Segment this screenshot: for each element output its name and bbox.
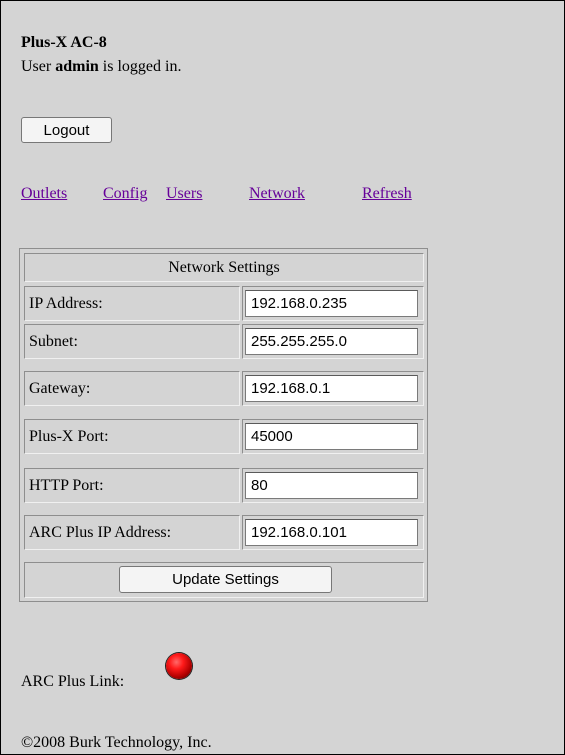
login-status: User admin is logged in.: [21, 58, 181, 76]
page-frame: Plus-X AC-8 User admin is logged in. Log…: [0, 0, 565, 755]
nav-config-link[interactable]: Config: [103, 185, 147, 203]
ip-address-label: IP Address:: [24, 286, 240, 321]
login-suffix: is logged in.: [98, 58, 182, 75]
http-port-input[interactable]: [245, 472, 418, 499]
arc-plus-ip-label: ARC Plus IP Address:: [24, 515, 240, 550]
nav-outlets-link[interactable]: Outlets: [21, 185, 67, 203]
nav-network-link[interactable]: Network: [249, 185, 305, 203]
gateway-cell: [242, 371, 424, 406]
gateway-input[interactable]: [245, 375, 418, 402]
nav-users-link[interactable]: Users: [166, 185, 202, 203]
gateway-label: Gateway:: [24, 371, 240, 406]
arc-plus-link-label: ARC Plus Link:: [21, 673, 125, 690]
nav-refresh-link[interactable]: Refresh: [362, 185, 412, 203]
ip-address-cell: [242, 286, 424, 321]
plusx-port-cell: [242, 419, 424, 454]
http-port-cell: [242, 468, 424, 503]
arc-plus-ip-input[interactable]: [245, 519, 418, 546]
update-settings-cell: Update Settings: [24, 562, 424, 598]
device-name: Plus-X AC-8: [21, 34, 107, 51]
plusx-port-label: Plus-X Port:: [24, 419, 240, 454]
subnet-label: Subnet:: [24, 324, 240, 359]
copyright: ©2008 Burk Technology, Inc.: [21, 734, 212, 751]
network-settings-title: Network Settings: [24, 253, 424, 282]
subnet-input[interactable]: [245, 328, 418, 355]
login-prefix: User: [21, 58, 56, 75]
subnet-cell: [242, 324, 424, 359]
plusx-port-input[interactable]: [245, 423, 418, 450]
username: admin: [55, 58, 99, 75]
network-settings-table: Network Settings IP Address: Subnet: Gat…: [19, 248, 428, 602]
logout-button[interactable]: Logout: [21, 117, 112, 143]
update-settings-button[interactable]: Update Settings: [119, 566, 332, 593]
status-led-icon: [166, 653, 192, 679]
arc-plus-ip-cell: [242, 515, 424, 550]
ip-address-input[interactable]: [245, 290, 418, 317]
http-port-label: HTTP Port:: [24, 468, 240, 503]
